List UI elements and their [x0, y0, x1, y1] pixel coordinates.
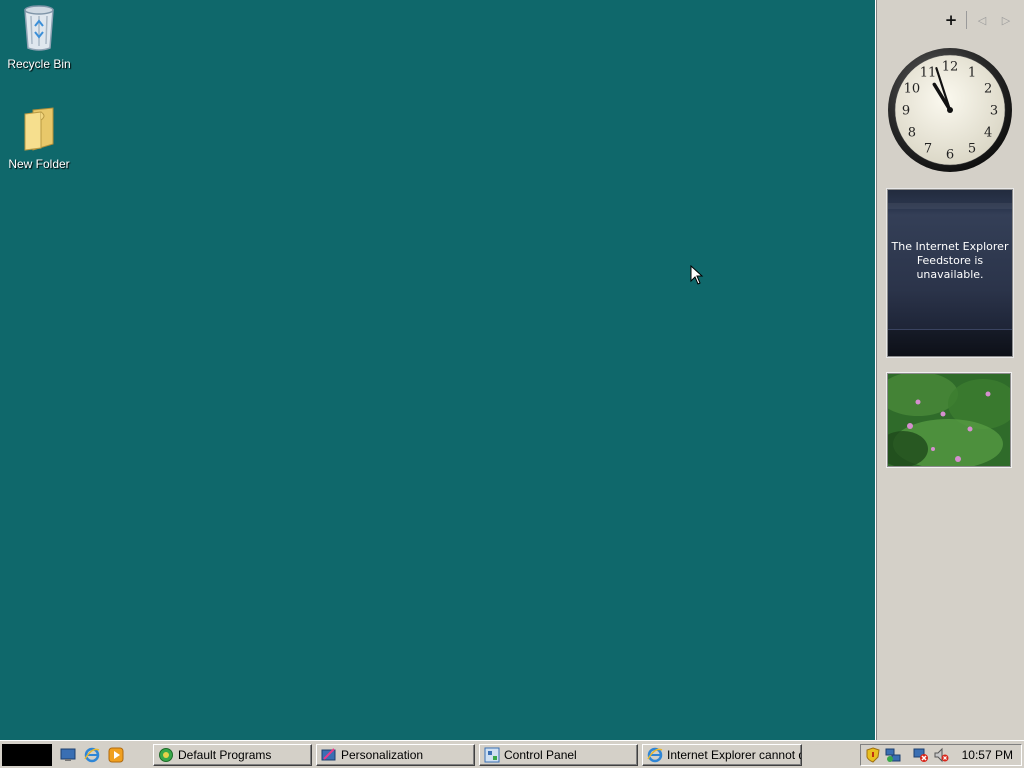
clock-numeral: 1: [968, 65, 976, 80]
internet-explorer-icon[interactable]: [82, 745, 102, 765]
desktop-icon-new-folder[interactable]: New Folder: [1, 106, 77, 171]
network-icon[interactable]: [885, 747, 901, 763]
desktop-icon-label: Recycle Bin: [7, 57, 71, 71]
volume-muted-icon[interactable]: [933, 747, 949, 763]
sidebar-toolbar: + ◁ ▷: [942, 10, 1015, 30]
task-label: Default Programs: [178, 748, 272, 762]
clock-numeral: 5: [968, 142, 976, 157]
task-personalization[interactable]: Personalization: [316, 744, 475, 766]
recycle-bin-icon: [24, 5, 54, 51]
personalization-icon: [321, 748, 336, 761]
clock-numeral: 7: [924, 142, 932, 157]
folder-icon: [24, 107, 54, 151]
start-button[interactable]: [2, 744, 52, 766]
previous-page-button[interactable]: ◁: [973, 11, 991, 29]
default-programs-icon: [159, 748, 173, 762]
clock-numeral: 6: [946, 148, 954, 163]
clock-numeral: 2: [984, 82, 992, 97]
task-label: Internet Explorer cannot d...: [667, 748, 802, 762]
show-desktop-icon[interactable]: [58, 745, 78, 765]
add-gadget-button[interactable]: +: [942, 11, 960, 29]
clock-numeral: 3: [990, 104, 998, 119]
toolbar-divider: [966, 11, 967, 29]
task-label: Personalization: [341, 748, 424, 762]
clock-numeral: 10: [904, 82, 921, 97]
clock-numeral: 8: [908, 126, 916, 141]
desktop-icon-label: New Folder: [8, 157, 70, 171]
quick-launch: [58, 745, 126, 765]
feed-headlines-gadget[interactable]: The Internet Explorer Feedstore is unava…: [887, 189, 1013, 357]
clock-numeral: 11: [920, 65, 937, 80]
desktop-icon-recycle-bin[interactable]: Recycle Bin: [1, 2, 77, 71]
internet-explorer-icon: [647, 747, 663, 763]
next-page-button[interactable]: ▷: [997, 11, 1015, 29]
task-label: Control Panel: [504, 748, 577, 762]
clock-gadget[interactable]: 12 12 3 45678 9 10 11: [886, 46, 1014, 174]
clock-numeral: 4: [984, 126, 992, 141]
task-default-programs[interactable]: Default Programs: [153, 744, 312, 766]
clock-numeral: 9: [902, 104, 910, 119]
media-player-icon[interactable]: [106, 745, 126, 765]
task-control-panel[interactable]: Control Panel: [479, 744, 638, 766]
flowers-photo: [888, 374, 1010, 466]
mouse-cursor: [690, 265, 704, 285]
slideshow-gadget[interactable]: [887, 373, 1011, 467]
security-shield-icon[interactable]: [865, 747, 881, 763]
clock-numeral: 12: [942, 60, 959, 75]
control-panel-icon: [484, 747, 500, 763]
desktop[interactable]: Recycle Bin New Folder: [0, 0, 875, 740]
tray-clock[interactable]: 10:57 PM: [962, 748, 1013, 762]
feeds-message: The Internet Explorer Feedstore is unava…: [891, 240, 1009, 281]
system-tray: 10:57 PM: [860, 744, 1022, 766]
network-disconnected-icon[interactable]: [913, 747, 929, 763]
task-internet-explorer[interactable]: Internet Explorer cannot d...: [642, 744, 802, 766]
taskbar: Default Programs Personalization Control…: [0, 740, 1024, 768]
